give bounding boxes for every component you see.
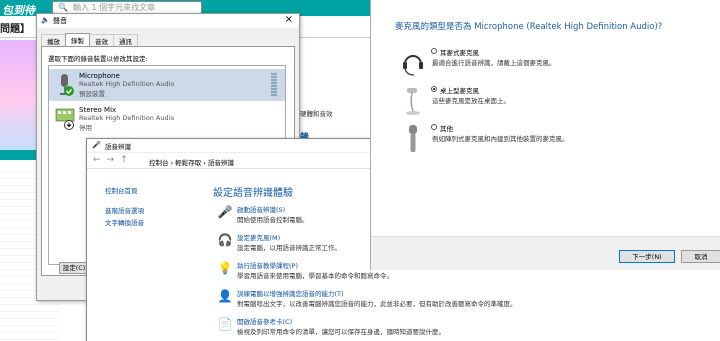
option-label: 其他 (440, 125, 453, 133)
link-control-panel-home[interactable]: 控制台首頁 (105, 185, 138, 195)
list-item[interactable]: 📄 開啟語音參考卡(C) 檢視及列印常用命令的清單，讓您可以保存在身邊，隨時知道… (213, 315, 633, 341)
device-item-stereo-mix[interactable]: Stereo Mix Realtek High Definition Audio… (49, 103, 285, 135)
wizard-footer: 下一步(N) 取消 (371, 236, 720, 270)
headset-icon: 🎧 (217, 233, 233, 247)
device-item-microphone[interactable]: Microphone Realtek High Definition Audio… (49, 69, 285, 101)
item-link[interactable]: 開啟語音參考卡(C) (237, 316, 292, 326)
recording-hint: 選取下面的錄音裝置以修改其設定: (48, 55, 148, 63)
item-description: 設定電腦，以用語音辨識正常工作。 (237, 244, 341, 252)
option-desktop[interactable]: 桌上型麥克風 這些麥克風是放在桌面上。 (401, 86, 720, 122)
user-train-icon: 👤 (217, 289, 233, 303)
cancel-button[interactable]: 取消 (681, 250, 720, 263)
breadcrumb[interactable]: 控制台 › 輕鬆存取 › 語音辨識 (149, 157, 234, 167)
microphone-icon: 🎤 (217, 205, 233, 219)
item-link[interactable]: 訓練電腦以增強辨識您語音的能力(T) (237, 288, 344, 298)
sound-title: 聲音 (53, 17, 67, 25)
headset-mic-icon (403, 55, 423, 76)
link-text-to-speech[interactable]: 文字轉換語音 (105, 217, 144, 227)
page-title: 設定語音辨識體驗 (213, 188, 293, 199)
option-description: 這些麥克風是放在桌面上。 (432, 97, 510, 105)
device-name: Stereo Mix (79, 106, 117, 114)
option-label: 耳麥式麥克風 (440, 49, 479, 57)
level-meter (271, 73, 277, 97)
item-description: 開始使用語音控制電腦。 (237, 216, 309, 224)
handheld-mic-icon (409, 125, 417, 152)
reference-card-icon: 📄 (217, 317, 233, 331)
device-status: 停用 (79, 124, 92, 132)
stereo-mix-device-icon (55, 108, 75, 130)
option-other[interactable]: 其他 例如陣列式麥克風和內建到其他裝置的麥克風。 (401, 124, 720, 160)
list-item[interactable]: 👤 訓練電腦以增強辨識您語音的能力(T) 對電腦唸出文字，以改善電腦辨識您語音的… (213, 287, 633, 313)
speech-window-icon: 🎤 (92, 141, 101, 149)
option-headset[interactable]: 耳麥式麥克風 最適合進行語音辨識，請戴上這個麥克風。 (401, 48, 720, 84)
speech-title: 語音辨識 (105, 143, 131, 151)
radio-desktop[interactable] (431, 86, 437, 92)
close-icon[interactable]: × (285, 14, 293, 25)
sound-title-bar[interactable]: 🔈 聲音 × (37, 14, 299, 28)
nav-arrows[interactable]: ←→↑ (93, 155, 134, 165)
item-description: 對電腦唸出文字，以改善電腦辨識您語音的能力，此並非必要，但有助於改善聽寫命令的準… (237, 300, 517, 308)
next-button[interactable]: 下一步(N) (619, 250, 675, 263)
link-advanced-speech-options[interactable]: 進階語音選項 (105, 205, 144, 215)
microphone-setup-wizard: 麥克風的類型是否為 Microphone (Realtek High Defin… (370, 0, 720, 270)
item-link[interactable]: 執行語音教學課程(P) (237, 260, 298, 270)
item-link[interactable]: 啟動語音辨識(S) (237, 204, 285, 214)
device-name: Microphone (79, 72, 120, 80)
lightbulb-icon: 💡 (217, 261, 233, 275)
configure-button[interactable]: 設定(C) (59, 262, 89, 274)
item-description: 檢視及列印常用命令的清單，讓您可以保存在身邊，隨時知道要說什麼。 (237, 328, 445, 336)
speaker-icon: 🔈 (41, 16, 50, 24)
desktop-mic-icon (406, 88, 420, 115)
question-title: 問題】 (0, 24, 30, 35)
option-description: 例如陣列式麥克風和內建到其他裝置的麥克風。 (432, 135, 569, 143)
device-driver: Realtek High Definition Audio (79, 114, 175, 122)
sound-tabs: 播放 錄製 音效 通訊 (41, 33, 138, 47)
item-link[interactable]: 設定麥克風(M) (237, 232, 280, 242)
wizard-question: 麥克風的類型是否為 Microphone (Realtek High Defin… (395, 22, 663, 32)
search-icon[interactable]: 🔍 (58, 3, 68, 12)
anime-avatar-image (0, 40, 36, 160)
item-description: 學習用語音來使用電腦，學習基本的命令和聽寫命令。 (237, 272, 393, 280)
device-driver: Realtek High Definition Audio (79, 80, 175, 88)
option-description: 最適合進行語音辨識，請戴上這個麥克風。 (432, 59, 556, 67)
microphone-device-icon (60, 74, 74, 96)
device-status: 預設裝置 (79, 90, 105, 98)
option-label: 桌上型麥克風 (440, 87, 479, 95)
radio-headset[interactable] (431, 48, 437, 54)
tab-recording[interactable]: 錄製 (65, 33, 90, 46)
bg-category-text: 硬體和音效 (300, 110, 333, 118)
radio-other[interactable] (431, 124, 437, 130)
